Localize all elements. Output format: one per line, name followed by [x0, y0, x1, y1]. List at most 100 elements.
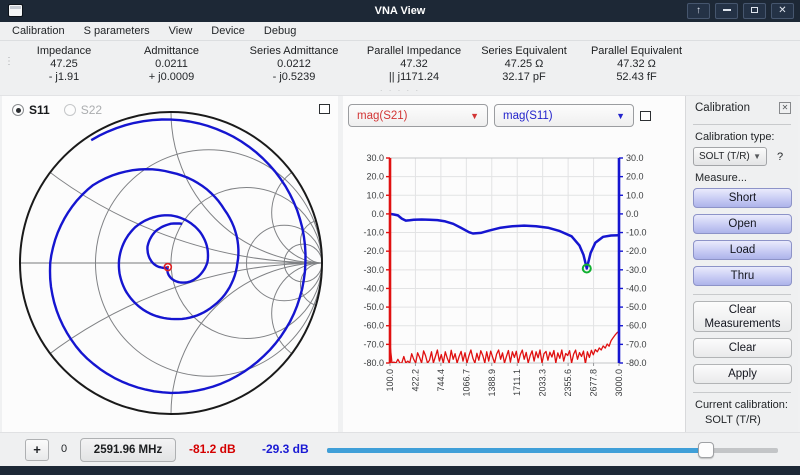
close-button[interactable]: ✕: [771, 3, 794, 19]
marker-bar: + 0 2591.96 MHz -81.2 dB -29.3 dB: [0, 432, 800, 466]
magS11-trace: [390, 214, 619, 269]
svg-text:-30.0: -30.0: [626, 265, 647, 275]
reading-label: Parallel Equivalent: [579, 45, 694, 57]
svg-text:-70.0: -70.0: [363, 339, 384, 349]
reading-value-2: 52.43 fF: [579, 71, 694, 84]
trace1-select-label: mag(S21): [357, 110, 408, 122]
current-calibration-label: Current calibration:: [695, 399, 791, 411]
svg-text:-30.0: -30.0: [363, 265, 384, 275]
svg-text:422.2: 422.2: [410, 369, 420, 392]
menu-item-view[interactable]: View: [169, 25, 193, 37]
calibration-type-label: Calibration type:: [695, 131, 791, 143]
svg-text:1711.1: 1711.1: [512, 369, 522, 396]
marker-value-s21: -81.2 dB: [189, 442, 236, 456]
keep-above-button[interactable]: ↑: [687, 3, 710, 19]
reading-value-2: + j0.0009: [114, 71, 229, 84]
frequency-slider[interactable]: [327, 441, 778, 459]
maximize-button[interactable]: [743, 3, 766, 19]
minimize-button[interactable]: [715, 3, 738, 19]
window-title: VNA View: [0, 5, 800, 17]
radio-s22[interactable]: S22: [64, 103, 102, 117]
svg-text:-80.0: -80.0: [363, 358, 384, 368]
svg-text:0.0: 0.0: [371, 209, 384, 219]
reading-label: Impedance: [14, 45, 114, 57]
svg-text:10.0: 10.0: [366, 190, 384, 200]
reading-value-1: 47.25: [14, 58, 114, 71]
svg-text:-70.0: -70.0: [626, 339, 647, 349]
svg-text:-40.0: -40.0: [363, 283, 384, 293]
chevron-down-icon: ▼: [616, 111, 625, 121]
splitter-grip-icon[interactable]: · · · · ·: [0, 88, 800, 94]
calibration-help-button[interactable]: ?: [777, 151, 783, 163]
svg-text:100.0: 100.0: [385, 369, 395, 392]
chevron-down-icon: ▼: [470, 111, 479, 121]
measure-label: Measure...: [695, 172, 791, 184]
svg-text:10.0: 10.0: [626, 190, 644, 200]
slider-handle[interactable]: [698, 442, 714, 458]
magnitude-plot-panel: mag(S21) ▼ mag(S11) ▼ 30.0 20.0 10.0 0.0 -10…: [343, 96, 685, 432]
toolbar-drag-handle-icon[interactable]: ⋮: [4, 59, 10, 64]
menu-item-s-parameters[interactable]: S parameters: [84, 25, 150, 37]
current-calibration-value: SOLT (T/R): [705, 414, 791, 426]
menu-item-debug[interactable]: Debug: [264, 25, 296, 37]
calibration-panel-title: Calibration: [695, 102, 750, 114]
marker-value-s11: -29.3 dB: [262, 442, 309, 456]
reading-impedance: Impedance47.25- j1.91: [14, 45, 114, 84]
menu-item-device[interactable]: Device: [211, 25, 245, 37]
svg-text:20.0: 20.0: [366, 172, 384, 182]
svg-text:-10.0: -10.0: [363, 228, 384, 238]
radio-s22-icon: [64, 104, 76, 116]
svg-text:2677.8: 2677.8: [589, 369, 599, 397]
reading-label: Admittance: [114, 45, 229, 57]
smith-chart-panel: S11 S22: [2, 96, 338, 432]
slider-fill: [327, 448, 712, 453]
open-button[interactable]: Open: [693, 214, 792, 234]
reading-value-1: 0.0212: [229, 58, 359, 71]
reading-value-2: - j1.91: [14, 71, 114, 84]
reading-value-1: 47.32 Ω: [579, 58, 694, 71]
s11-smith-trace: [50, 120, 306, 393]
panel-close-icon[interactable]: ✕: [779, 102, 791, 114]
plot-detach-icon[interactable]: [640, 111, 651, 121]
load-button[interactable]: Load: [693, 240, 792, 260]
calibration-type-select[interactable]: SOLT (T/R) ▼: [693, 147, 767, 166]
readings-toolbar: ⋮ Impedance47.25- j1.91Admittance0.0211+…: [0, 41, 800, 96]
chevron-down-icon: ▼: [753, 152, 761, 161]
marker-frequency-button[interactable]: 2591.96 MHz: [80, 438, 176, 462]
reading-series-admittance: Series Admittance0.0212- j0.5239: [229, 45, 359, 84]
trace2-select[interactable]: mag(S11) ▼: [494, 104, 634, 127]
short-button[interactable]: Short: [693, 188, 792, 208]
smith-marker-dot: [167, 266, 169, 268]
add-marker-button[interactable]: +: [25, 439, 49, 461]
trace1-select[interactable]: mag(S21) ▼: [348, 104, 488, 127]
reading-series-equivalent: Series Equivalent47.25 Ω32.17 pF: [469, 45, 579, 84]
radio-s11[interactable]: S11: [12, 103, 50, 117]
smith-detach-icon[interactable]: [319, 104, 330, 114]
svg-text:20.0: 20.0: [626, 172, 644, 182]
apply-button[interactable]: Apply: [693, 364, 792, 384]
magnitude-plot: 30.0 20.0 10.0 0.0 -10.0 -20.0 -30.0 -40.0 -50.0…: [343, 132, 685, 432]
titlebar[interactable]: VNA View ↑ ✕: [0, 0, 800, 22]
window-frame-bottom: [0, 466, 800, 475]
svg-text:-60.0: -60.0: [363, 321, 384, 331]
reading-value-2: 32.17 pF: [469, 71, 579, 84]
svg-text:1066.7: 1066.7: [461, 369, 471, 397]
clear-measurements-button[interactable]: Clear Measurements: [693, 301, 792, 332]
maximize-icon: [751, 7, 758, 13]
calibration-type-value: SOLT (T/R): [699, 151, 750, 162]
svg-text:30.0: 30.0: [366, 153, 384, 163]
svg-text:-20.0: -20.0: [626, 246, 647, 256]
reading-value-1: 0.0211: [114, 58, 229, 71]
reading-admittance: Admittance0.0211+ j0.0009: [114, 45, 229, 84]
thru-button[interactable]: Thru: [693, 266, 792, 286]
svg-text:-60.0: -60.0: [626, 321, 647, 331]
svg-text:-50.0: -50.0: [626, 302, 647, 312]
reading-value-2: - j0.5239: [229, 71, 359, 84]
reading-value-2: || j1171.24: [359, 71, 469, 84]
svg-text:3000.0: 3000.0: [614, 369, 624, 397]
svg-text:744.4: 744.4: [436, 369, 446, 392]
svg-text:-80.0: -80.0: [626, 358, 647, 368]
smith-chart: [2, 96, 338, 432]
clear-button[interactable]: Clear: [693, 338, 792, 358]
menu-item-calibration[interactable]: Calibration: [12, 25, 65, 37]
